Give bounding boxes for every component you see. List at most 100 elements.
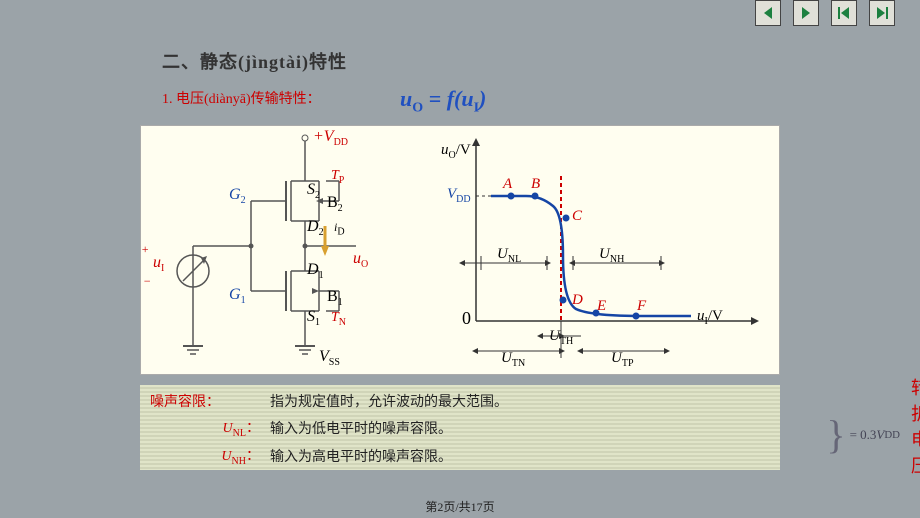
utp-label: UTP — [611, 350, 634, 369]
brace-icon: } — [826, 415, 845, 455]
g1-base: G — [229, 286, 241, 303]
last-icon — [874, 5, 890, 21]
origin-label: 0 — [462, 308, 471, 329]
unh-def-text: 输入为高电平时的噪声容限。 — [270, 446, 452, 466]
utp-s: TP — [622, 358, 634, 369]
uth-s: TH — [560, 336, 573, 347]
utn-label: UTN — [501, 350, 525, 369]
d2-base: D — [307, 218, 319, 235]
s1-base: S — [307, 308, 315, 325]
formula-fn: f — [447, 86, 454, 111]
prev-button[interactable] — [755, 0, 781, 26]
y-axis-label: uO/V — [441, 142, 471, 161]
first-icon — [836, 5, 852, 21]
uo-label: uO — [353, 250, 368, 270]
unh-def-label: UNH： — [150, 445, 270, 467]
unh-lc: ： — [246, 449, 260, 464]
point-b: B — [531, 176, 540, 193]
b1-sub: 1 — [338, 297, 343, 308]
tp-label: TP — [331, 168, 344, 186]
formula-rp: ) — [479, 86, 486, 111]
tn-sub: N — [339, 317, 346, 328]
id-label: iD — [334, 220, 345, 237]
plus-label: + — [141, 242, 149, 257]
vdd-plot-label: VDD — [447, 186, 471, 205]
unl-label: UNL — [497, 246, 521, 265]
noise-line-1: 噪声容限： 指为规定值时，允许波动的最大范围。 — [150, 391, 770, 411]
utn-b: U — [501, 350, 512, 366]
ui-label: uI — [153, 254, 164, 274]
threshold-voltage-caption: 转折电压 — [911, 374, 920, 478]
page-number: 第2页/共17页 — [0, 498, 920, 515]
b1-label: B1 — [327, 288, 343, 308]
noise-line-2: UNL： 输入为低电平时的噪声容限。 — [150, 417, 770, 439]
formula-arg-base: u — [461, 86, 473, 111]
subsection-heading: 1. 电压(diànyā)传输特性： — [162, 88, 321, 108]
d2-sub: 2 — [319, 227, 324, 238]
pvdd-b: V — [447, 186, 456, 202]
vss-label: VSS — [319, 348, 340, 368]
tp-base: T — [331, 168, 339, 183]
d2-label: D2 — [307, 218, 324, 238]
g2-base: G — [229, 186, 241, 203]
pvdd-s: DD — [456, 194, 470, 205]
vdd-sign: + — [313, 128, 324, 145]
unl-s: NL — [508, 254, 521, 265]
yax-s: O — [449, 150, 456, 161]
point-f: F — [637, 298, 646, 315]
last-button[interactable] — [869, 0, 895, 26]
unh-s: NH — [610, 254, 624, 265]
unh-b: U — [599, 246, 610, 262]
vdd-sub: DD — [334, 137, 348, 148]
triangle-right-icon — [798, 5, 814, 21]
vss-sub: SS — [329, 357, 340, 368]
noise-def: 指为规定值时，允许波动的最大范围。 — [270, 391, 508, 411]
unl-b: U — [497, 246, 508, 262]
noise-line-3: UNH： 输入为高电平时的噪声容限。 — [150, 445, 770, 467]
vdd-label: +VDD — [313, 128, 348, 148]
d1-label: D1 — [307, 261, 324, 281]
vss-base: V — [319, 348, 329, 365]
unl-def-label: UNL： — [150, 417, 270, 439]
ui-base: u — [153, 254, 161, 271]
unl-lc: ： — [246, 421, 260, 436]
play-button[interactable] — [793, 0, 819, 26]
b1-base: B — [327, 288, 338, 305]
s2-label: S2 — [307, 181, 320, 201]
circuit-svg — [141, 126, 441, 374]
utp-b: U — [611, 350, 622, 366]
formula-lhs-base: u — [400, 86, 412, 111]
eq-pre: = 0.3 — [850, 427, 877, 443]
point-e: E — [597, 298, 606, 315]
noise-title: 噪声容限： — [150, 391, 270, 411]
unh-lb: U — [221, 449, 231, 464]
b2-label: B2 — [327, 194, 343, 214]
minus-label: − — [143, 274, 151, 289]
section-heading: 二、静态(jìngtài)特性 — [162, 48, 347, 74]
unh-label: UNH — [599, 246, 624, 265]
noise-margin-panel: 噪声容限： 指为规定值时，允许波动的最大范围。 UNL： 输入为低电平时的噪声容… — [140, 385, 780, 470]
s1-sub: 1 — [315, 317, 320, 328]
noise-margin-value: } = 0.3VDD — [826, 415, 900, 455]
g1-sub: 1 — [241, 295, 246, 306]
xax-u: /V — [708, 308, 723, 324]
unl-def-text: 输入为低电平时的噪声容限。 — [270, 418, 452, 438]
uo-sub: O — [361, 259, 368, 270]
vdd-base: V — [324, 128, 334, 145]
id-sub: D — [337, 226, 344, 237]
uo-base: u — [353, 250, 361, 267]
unh-ls: NH — [232, 456, 246, 467]
first-button[interactable] — [831, 0, 857, 26]
b2-base: B — [327, 194, 338, 211]
triangle-left-icon — [760, 5, 776, 21]
uth-b: U — [549, 328, 560, 344]
g2-sub: 2 — [241, 195, 246, 206]
eq-s: DD — [884, 429, 900, 441]
formula-eq: = — [423, 86, 447, 111]
s1-label: S1 — [307, 308, 320, 328]
eq-b: V — [876, 427, 884, 442]
g2-label: G2 — [229, 186, 246, 206]
formula-lhs-sub: O — [412, 100, 423, 115]
s2-base: S — [307, 181, 315, 198]
unl-ls: NL — [233, 428, 246, 439]
